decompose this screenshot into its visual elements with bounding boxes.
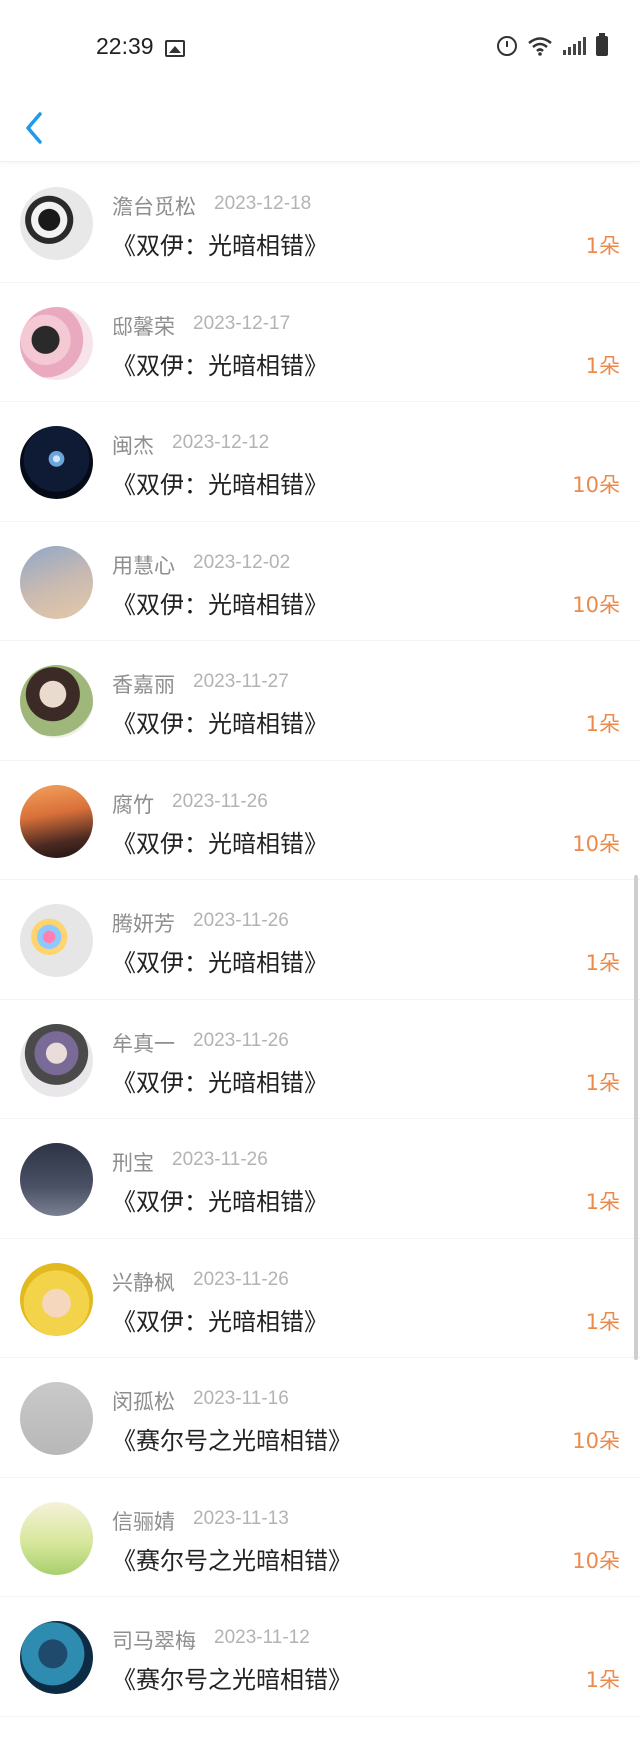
record-date: 2023-11-26 xyxy=(193,910,289,931)
record-date: 2023-11-12 xyxy=(214,1627,310,1648)
user-name: 牟真一 xyxy=(112,1031,175,1056)
flower-count: 1朵 xyxy=(585,951,620,975)
user-name: 信骊婧 xyxy=(112,1509,175,1534)
user-name: 腾妍芳 xyxy=(112,912,175,936)
user-name: 闵孤松 xyxy=(112,1390,175,1414)
user-name: 闽杰 xyxy=(112,434,154,458)
list-item[interactable]: 用慧心 2023-12-02 《双伊：光暗相错》 10朵 xyxy=(0,522,640,641)
list-item[interactable]: 香嘉丽 2023-11-27 《双伊：光暗相错》 1朵 xyxy=(0,641,640,761)
work-title: 《赛尔号之光暗相错》 xyxy=(112,1427,352,1455)
list-item[interactable]: 刑宝 2023-11-26 《双伊：光暗相错》 1朵 xyxy=(0,1119,640,1239)
work-title: 《双伊：光暗相错》 xyxy=(112,351,328,380)
flower-count: 1朵 xyxy=(585,1309,620,1334)
record-date: 2023-11-26 xyxy=(193,1029,289,1051)
work-title: 《双伊：光暗相错》 xyxy=(112,590,328,619)
image-notification-icon xyxy=(165,40,185,57)
avatar[interactable] xyxy=(20,187,93,260)
back-button[interactable] xyxy=(20,108,60,154)
list-item[interactable]: 闽杰 2023-12-12 《双伊：光暗相错》 10朵 xyxy=(0,402,640,522)
status-time: 22:39 xyxy=(96,33,154,59)
flower-count: 1朵 xyxy=(585,234,620,258)
flower-count: 10朵 xyxy=(572,831,620,856)
record-date: 2023-11-26 xyxy=(172,1149,268,1170)
flower-count: 10朵 xyxy=(572,592,620,617)
gift-record-list[interactable]: 澹台觅松 2023-12-18 《双伊：光暗相错》 1朵 邸馨荣 2023-12-17 《双… xyxy=(0,163,640,1717)
wifi-icon xyxy=(528,37,552,56)
work-title: 《赛尔号之光暗相错》 xyxy=(112,1666,352,1694)
record-date: 2023-12-12 xyxy=(172,432,270,453)
record-date: 2023-12-18 xyxy=(214,193,312,214)
record-date: 2023-11-26 xyxy=(172,790,268,812)
avatar[interactable] xyxy=(20,1501,93,1575)
work-title: 《双伊：光暗相错》 xyxy=(112,829,328,858)
user-name: 司马翠梅 xyxy=(112,1629,196,1653)
user-name: 兴静枫 xyxy=(112,1270,175,1295)
list-item[interactable]: 司马翠梅 2023-11-12 《赛尔号之光暗相错》 1朵 xyxy=(0,1597,640,1717)
avatar[interactable] xyxy=(20,784,93,858)
avatar[interactable] xyxy=(20,1143,93,1216)
alarm-icon xyxy=(497,36,517,56)
avatar[interactable] xyxy=(20,545,93,619)
list-item[interactable]: 牟真一 2023-11-26 《双伊：光暗相错》 1朵 xyxy=(0,1000,640,1119)
list-item[interactable]: 腐竹 2023-11-26 《双伊：光暗相错》 10朵 xyxy=(0,761,640,880)
record-date: 2023-11-13 xyxy=(193,1507,289,1529)
avatar[interactable] xyxy=(20,904,93,977)
avatar[interactable] xyxy=(20,1621,93,1694)
scrollbar[interactable] xyxy=(634,875,638,1360)
nav-header xyxy=(0,100,640,162)
work-title: 《双伊：光暗相错》 xyxy=(112,710,328,738)
battery-icon xyxy=(596,33,608,56)
record-date: 2023-11-27 xyxy=(193,671,289,692)
record-date: 2023-11-16 xyxy=(193,1388,289,1409)
list-item[interactable]: 信骊婧 2023-11-13 《赛尔号之光暗相错》 10朵 xyxy=(0,1478,640,1597)
flower-count: 10朵 xyxy=(572,473,620,497)
record-date: 2023-12-17 xyxy=(193,312,291,334)
work-title: 《双伊：光暗相错》 xyxy=(112,1307,328,1336)
flower-count: 10朵 xyxy=(572,1429,620,1453)
flower-count: 10朵 xyxy=(572,1548,620,1573)
chevron-left-icon xyxy=(26,112,42,144)
avatar[interactable] xyxy=(20,665,93,738)
list-item[interactable]: 腾妍芳 2023-11-26 《双伊：光暗相错》 1朵 xyxy=(0,880,640,1000)
record-date: 2023-12-02 xyxy=(193,551,291,573)
avatar[interactable] xyxy=(20,1382,93,1455)
list-item[interactable]: 兴静枫 2023-11-26 《双伊：光暗相错》 1朵 xyxy=(0,1239,640,1358)
work-title: 《双伊：光暗相错》 xyxy=(112,232,328,260)
avatar[interactable] xyxy=(20,1262,93,1336)
user-name: 用慧心 xyxy=(112,553,175,578)
flower-count: 1朵 xyxy=(585,1190,620,1214)
work-title: 《双伊：光暗相错》 xyxy=(112,1068,328,1097)
list-item[interactable]: 闵孤松 2023-11-16 《赛尔号之光暗相错》 10朵 xyxy=(0,1358,640,1478)
status-icons xyxy=(497,33,608,56)
work-title: 《赛尔号之光暗相错》 xyxy=(112,1546,352,1575)
record-date: 2023-11-26 xyxy=(193,1268,289,1290)
user-name: 澹台觅松 xyxy=(112,195,196,219)
avatar[interactable] xyxy=(20,1023,93,1097)
flower-count: 1朵 xyxy=(585,1668,620,1692)
user-name: 邸馨荣 xyxy=(112,314,175,339)
work-title: 《双伊：光暗相错》 xyxy=(112,1188,328,1216)
user-name: 香嘉丽 xyxy=(112,673,175,697)
flower-count: 1朵 xyxy=(585,1070,620,1095)
list-item[interactable]: 邸馨荣 2023-12-17 《双伊：光暗相错》 1朵 xyxy=(0,283,640,402)
signal-icon xyxy=(563,37,586,55)
user-name: 刑宝 xyxy=(112,1151,154,1175)
list-item[interactable]: 澹台觅松 2023-12-18 《双伊：光暗相错》 1朵 xyxy=(0,163,640,283)
avatar[interactable] xyxy=(20,426,93,499)
avatar[interactable] xyxy=(20,306,93,380)
flower-count: 1朵 xyxy=(585,353,620,378)
user-name: 腐竹 xyxy=(112,792,154,817)
work-title: 《双伊：光暗相错》 xyxy=(112,949,328,977)
status-bar: 22:39 xyxy=(0,0,640,100)
flower-count: 1朵 xyxy=(585,712,620,736)
work-title: 《双伊：光暗相错》 xyxy=(112,471,328,499)
